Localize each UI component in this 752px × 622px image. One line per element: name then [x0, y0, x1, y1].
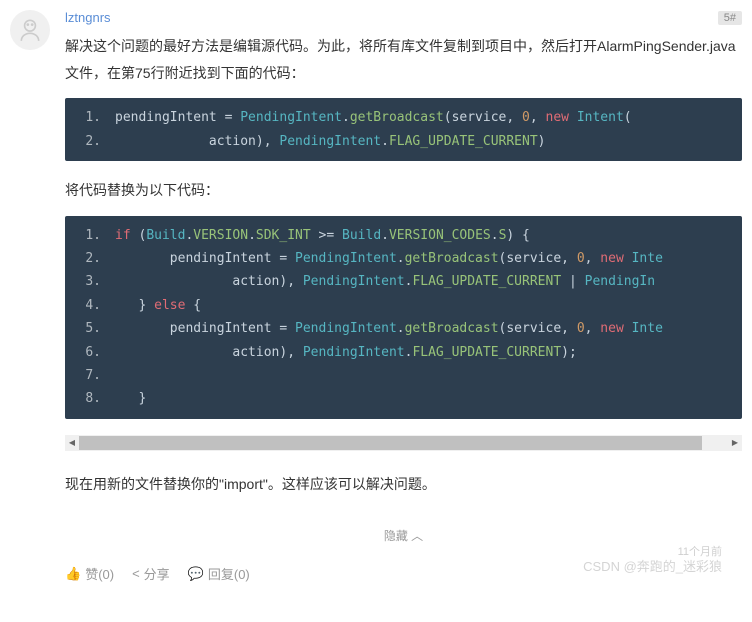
code-content: action), PendingIntent.FLAG_UPDATE_CURRE… [115, 270, 742, 293]
code-content: pendingIntent = PendingIntent.getBroadca… [115, 247, 742, 270]
code-content [115, 364, 742, 387]
code-content: action), PendingIntent.FLAG_UPDATE_CURRE… [115, 341, 742, 364]
scroll-right-arrow[interactable]: ▶ [728, 436, 742, 450]
thumbs-up-icon: 👍 [65, 566, 81, 582]
like-label: 赞(0) [85, 564, 114, 583]
code-content: action), PendingIntent.FLAG_UPDATE_CURRE… [115, 130, 742, 153]
scrollbar-thumb[interactable] [79, 436, 702, 450]
line-number: 7. [65, 364, 115, 387]
comment-icon: 💬 [188, 566, 204, 582]
code-content: } [115, 387, 742, 410]
post-header: lztngnrs 5# [65, 10, 742, 25]
paragraph: 现在用新的文件替换你的"import"。这样应该可以解决问题。 [65, 471, 742, 498]
code-line: 3. action), PendingIntent.FLAG_UPDATE_CU… [65, 270, 742, 293]
paragraph: 将代码替换为以下代码： [65, 177, 742, 204]
line-number: 5. [65, 317, 115, 340]
share-label: 分享 [144, 564, 170, 583]
collapse-toggle[interactable]: 隐藏 ︿ [65, 527, 742, 544]
code-line: 1.pendingIntent = PendingIntent.getBroad… [65, 106, 742, 129]
line-number: 4. [65, 294, 115, 317]
code-content: pendingIntent = PendingIntent.getBroadca… [115, 106, 742, 129]
code-line: 2. action), PendingIntent.FLAG_UPDATE_CU… [65, 130, 742, 153]
code-content: if (Build.VERSION.SDK_INT >= Build.VERSI… [115, 224, 742, 247]
post-actions: 👍 赞(0) < 分享 💬 回复(0) [65, 564, 742, 589]
reply-button[interactable]: 💬 回复(0) [188, 564, 250, 583]
like-button[interactable]: 👍 赞(0) [65, 564, 114, 583]
timestamp: 11个月前 [678, 543, 722, 559]
floor-badge: 5# [718, 11, 742, 25]
horizontal-scrollbar[interactable]: ◀ ▶ [65, 435, 742, 451]
paragraph: 解决这个问题的最好方法是编辑源代码。为此，将所有库文件复制到项目中，然后打开Al… [65, 33, 742, 86]
line-number: 1. [65, 106, 115, 129]
code-block-1: 1.pendingIntent = PendingIntent.getBroad… [65, 98, 742, 161]
line-number: 8. [65, 387, 115, 410]
code-block-2: 1.if (Build.VERSION.SDK_INT >= Build.VER… [65, 216, 742, 419]
code-line: 8. } [65, 387, 742, 410]
code-line: 5. pendingIntent = PendingIntent.getBroa… [65, 317, 742, 340]
forum-post: lztngnrs 5# 解决这个问题的最好方法是编辑源代码。为此，将所有库文件复… [10, 10, 742, 589]
avatar[interactable] [10, 10, 50, 50]
line-number: 1. [65, 224, 115, 247]
share-button[interactable]: < 分享 [132, 564, 170, 583]
code-content: } else { [115, 294, 742, 317]
line-number: 2. [65, 247, 115, 270]
code-content: pendingIntent = PendingIntent.getBroadca… [115, 317, 742, 340]
line-number: 6. [65, 341, 115, 364]
code-line: 2. pendingIntent = PendingIntent.getBroa… [65, 247, 742, 270]
line-number: 3. [65, 270, 115, 293]
scroll-left-arrow[interactable]: ◀ [65, 436, 79, 450]
reply-label: 回复(0) [208, 564, 250, 583]
line-number: 2. [65, 130, 115, 153]
code-line: 7. [65, 364, 742, 387]
share-icon: < [132, 566, 140, 581]
code-line: 4. } else { [65, 294, 742, 317]
code-line: 6. action), PendingIntent.FLAG_UPDATE_CU… [65, 341, 742, 364]
username[interactable]: lztngnrs [65, 10, 111, 25]
avatar-icon [17, 17, 43, 43]
code-line: 1.if (Build.VERSION.SDK_INT >= Build.VER… [65, 224, 742, 247]
